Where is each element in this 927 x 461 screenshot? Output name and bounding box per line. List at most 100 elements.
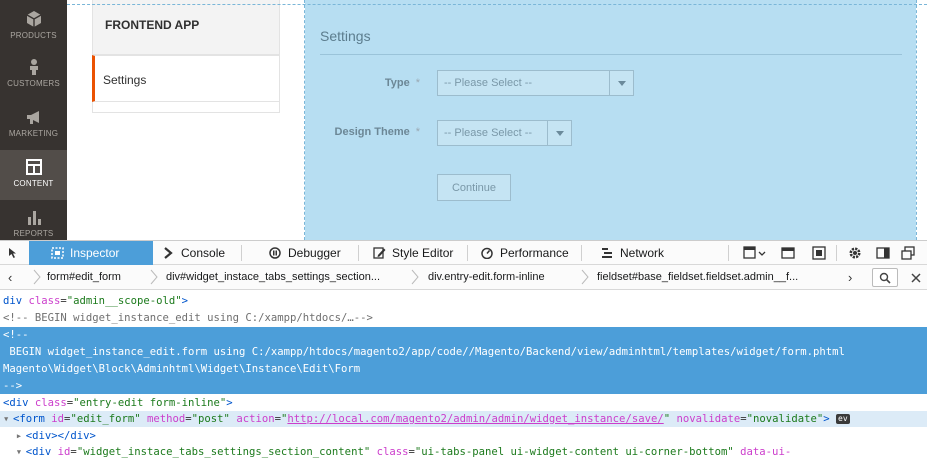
inspector-icon: [51, 247, 64, 259]
tabs-bottom: [92, 102, 280, 113]
tag-close: >: [226, 397, 233, 409]
event-badge[interactable]: ev: [836, 414, 850, 424]
tab-label: Style Editor: [392, 246, 454, 260]
markup-line-selected[interactable]: Magento\Widget\Block\Adminhtml\Widget\In…: [0, 361, 927, 378]
nav-item-label: CUSTOMERS: [7, 79, 60, 88]
search-icon: [879, 272, 891, 284]
expand-toggle-icon[interactable]: ▾: [3, 411, 13, 428]
highlight-guide-top: [67, 4, 927, 5]
breadcrumb-item[interactable]: div#widget_instace_tabs_settings_section…: [166, 271, 380, 283]
breadcrumb-separator-icon: [411, 269, 419, 285]
attr-name: method: [147, 413, 186, 425]
highlight-guide-right: [916, 0, 917, 240]
attr-name: class: [28, 295, 61, 307]
nav-item-customers[interactable]: CUSTOMERS: [0, 50, 67, 100]
comment: <!--: [3, 329, 29, 341]
continue-button[interactable]: Continue: [437, 174, 511, 201]
markup-line[interactable]: <!-- BEGIN widget_instance_edit using C:…: [0, 310, 927, 326]
undock-window-icon[interactable]: [901, 246, 915, 260]
breadcrumb-separator-icon: [33, 269, 41, 285]
tab-inspector[interactable]: Inspector: [29, 241, 153, 265]
tag-close: >: [823, 413, 830, 425]
customers-icon: [29, 59, 38, 75]
toolbar-divider: [467, 245, 468, 261]
comment: Magento\Widget\Block\Adminhtml\Widget\In…: [3, 363, 361, 375]
nav-item-reports[interactable]: REPORTS: [0, 200, 67, 240]
tag-name: <div></div>: [25, 430, 96, 442]
performance-icon: [481, 247, 493, 259]
type-label: Type *: [320, 77, 420, 89]
network-icon: [602, 248, 612, 258]
page-content: FRONTEND APP Settings Settings Type * -- …: [67, 0, 927, 240]
expand-toggle-icon[interactable]: ▾: [16, 444, 26, 461]
content-icon: [25, 159, 42, 175]
attr-name: id: [51, 413, 65, 425]
design-theme-select[interactable]: -- Please Select --: [437, 120, 572, 146]
nav-item-label: REPORTS: [13, 229, 54, 238]
chevron-right-icon[interactable]: ›: [848, 270, 852, 285]
tab-label: Network: [620, 246, 665, 260]
markup-line[interactable]: <div class="entry-edit form-inline">: [0, 395, 927, 411]
markup-line-selected[interactable]: <!--: [0, 327, 927, 344]
expand-toggle-icon[interactable]: ▸: [16, 428, 26, 445]
frame-select-icon[interactable]: [743, 246, 767, 260]
responsive-mode-icon[interactable]: [812, 246, 826, 260]
tag-name: <div: [3, 397, 35, 409]
toolbar-divider: [581, 245, 582, 261]
nav-item-content[interactable]: CONTENT: [0, 150, 67, 200]
chevron-left-icon[interactable]: ‹: [8, 270, 12, 285]
attr-value: "entry-edit form-inline": [73, 397, 227, 409]
attr-name: class: [34, 397, 67, 409]
markup-line[interactable]: ▸ <div></div>: [0, 428, 927, 444]
inspector-highlight-overlay: [305, 0, 916, 240]
gear-icon[interactable]: [848, 246, 862, 260]
markup-line-selected[interactable]: -->: [0, 378, 927, 394]
console-icon: [164, 247, 173, 259]
action-link[interactable]: http://local.com/magento2/admin/admin/wi…: [287, 413, 663, 425]
close-icon[interactable]: [911, 273, 921, 283]
debugger-icon: [269, 247, 281, 259]
toolbar-divider: [241, 245, 242, 261]
markup-search-input[interactable]: [872, 268, 898, 287]
tab-console[interactable]: Console: [162, 241, 225, 265]
nav-item-products[interactable]: PRODUCTS: [0, 0, 67, 46]
tag-name: <div: [25, 446, 58, 458]
element-picker-icon[interactable]: [7, 246, 21, 260]
scratchpad-icon[interactable]: [781, 246, 795, 260]
attr-value: "admin__scope-old": [66, 295, 182, 307]
style-editor-icon: [373, 247, 386, 259]
tab-settings[interactable]: Settings: [92, 55, 280, 102]
markup-line[interactable]: div class="admin__scope-old">: [0, 293, 927, 309]
tab-style-editor[interactable]: Style Editor: [373, 241, 453, 265]
nav-item-label: CONTENT: [13, 179, 54, 188]
breadcrumb-item[interactable]: form#edit_form: [47, 271, 121, 283]
products-icon: [26, 11, 41, 27]
nav-item-marketing[interactable]: MARKETING: [0, 100, 67, 150]
breadcrumb-item[interactable]: fieldset#base_fieldset.fieldset.admin__f…: [597, 271, 798, 283]
tabs-column: FRONTEND APP Settings: [92, 0, 280, 113]
reports-icon: [27, 211, 41, 225]
dock-side-icon[interactable]: [876, 246, 890, 260]
tab-label: Inspector: [70, 246, 120, 260]
type-select[interactable]: -- Please Select --: [437, 70, 634, 96]
markup-line-hovered[interactable]: ▾ <form id="edit_form" method="post" acti…: [0, 411, 927, 427]
markup-line[interactable]: ▾ <div id="widget_instace_tabs_settings_s…: [0, 444, 927, 460]
chevron-down-icon: [609, 71, 633, 95]
type-select-value: -- Please Select --: [444, 77, 533, 89]
tag-name: div: [3, 295, 29, 307]
comment: <!-- BEGIN widget_instance_edit using C:…: [3, 312, 373, 324]
tab-network[interactable]: Network: [601, 241, 664, 265]
fieldset-title: Settings: [320, 28, 371, 44]
markup-line-selected[interactable]: BEGIN widget_instance_edit.form using C:…: [0, 344, 927, 361]
tabs-heading: FRONTEND APP: [92, 0, 280, 55]
tab-debugger[interactable]: Debugger: [269, 241, 341, 265]
devtools-toolbar: Inspector Console Debugger Style Editor …: [0, 240, 927, 265]
design-theme-select-value: -- Please Select --: [444, 127, 533, 139]
breadcrumb-separator-icon: [581, 269, 589, 285]
tab-performance[interactable]: Performance: [481, 241, 569, 265]
tag-name: <form: [13, 413, 52, 425]
chevron-down-icon: [547, 121, 571, 145]
breadcrumb-item[interactable]: div.entry-edit.form-inline: [428, 271, 545, 283]
attr-name: novalidate: [676, 413, 741, 425]
attr-value: "novalidate": [746, 413, 824, 425]
